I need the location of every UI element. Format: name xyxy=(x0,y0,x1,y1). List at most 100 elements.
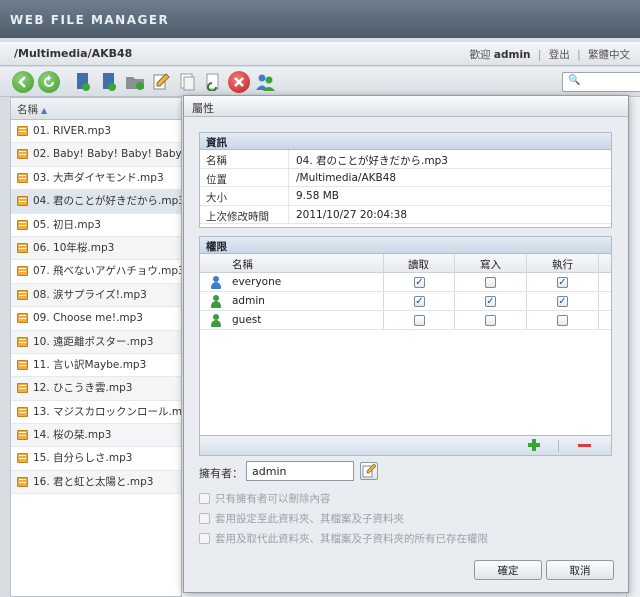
execute-permission-checkbox[interactable]: ✓ xyxy=(557,296,568,307)
file-row[interactable]: 14. 桜の栞.mp3 xyxy=(11,424,181,448)
file-list-panel: 名稱 ▲ 01. RIVER.mp3 02. Baby! Baby! Baby! B… xyxy=(10,97,182,597)
user-icon xyxy=(210,314,222,327)
audio-file-icon xyxy=(17,266,28,277)
file-name: 13. マジスカロックンロール.mp3 xyxy=(33,405,181,418)
back-icon[interactable] xyxy=(12,71,34,93)
upload-icon[interactable] xyxy=(98,71,120,93)
audio-file-icon xyxy=(17,313,28,324)
file-name: 02. Baby! Baby! Baby! Baby!.mp3 xyxy=(33,148,181,161)
write-permission-checkbox[interactable]: ✓ xyxy=(485,296,496,307)
read-permission-checkbox[interactable]: ✓ xyxy=(414,277,425,288)
owner-input[interactable] xyxy=(246,461,354,481)
language-select[interactable]: 繁體中文 xyxy=(588,49,630,61)
audio-file-icon xyxy=(17,289,28,300)
rename-icon[interactable] xyxy=(150,71,172,93)
edit-owner-icon[interactable] xyxy=(360,462,378,480)
file-row[interactable]: 11. 言い訳Maybe.mp3 xyxy=(11,354,181,378)
properties-dialog: 屬性 資訊 名稱 04. 君のことが好きだから.mp3 位置/Multimedia/… xyxy=(183,95,629,593)
file-list-header[interactable]: 名稱 ▲ xyxy=(11,98,181,120)
delete-icon[interactable] xyxy=(228,71,250,93)
perm-col-name: 名稱 xyxy=(232,259,253,271)
file-name: 07. 飛べないアゲハチョウ.mp3 xyxy=(33,265,181,278)
read-permission-checkbox[interactable]: ✓ xyxy=(414,296,425,307)
checkbox[interactable] xyxy=(199,513,210,524)
current-path: /Multimedia/AKB48 xyxy=(14,47,133,60)
option-owner-delete-only[interactable]: 只有擁有者可以刪除內容 xyxy=(199,491,331,506)
info-section-header: 資訊 xyxy=(200,133,611,150)
file-row[interactable]: 07. 飛べないアゲハチョウ.mp3 xyxy=(11,260,181,284)
file-row[interactable]: 13. マジスカロックンロール.mp3 xyxy=(11,401,181,425)
option-replace-existing[interactable]: 套用及取代此資料夾、其檔案及子資料夾的所有已存在權限 xyxy=(199,531,488,546)
write-permission-checkbox[interactable] xyxy=(485,315,496,326)
permission-section-header: 權限 xyxy=(200,237,611,254)
ok-button[interactable]: 確定 xyxy=(474,560,542,580)
file-row[interactable]: 16. 君と虹と太陽と.mp3 xyxy=(11,470,181,495)
audio-file-icon xyxy=(17,242,28,253)
audio-file-icon xyxy=(17,219,28,230)
file-name: 01. RIVER.mp3 xyxy=(33,125,112,137)
remove-permission-icon[interactable] xyxy=(578,444,591,447)
option-apply-subfolders[interactable]: 套用設定至此資料夾、其檔案及子資料夾 xyxy=(199,511,404,526)
new-file-icon[interactable] xyxy=(72,71,94,93)
audio-file-icon xyxy=(17,430,28,441)
file-row[interactable]: 12. ひこうき雲.mp3 xyxy=(11,377,181,401)
move-icon[interactable] xyxy=(202,71,224,93)
share-users-icon[interactable] xyxy=(254,71,276,93)
copy-icon[interactable] xyxy=(176,71,198,93)
info-row: 大小 9.58 MB xyxy=(200,187,611,206)
user-icon xyxy=(210,295,222,308)
permission-row[interactable]: everyone ✓ ✓ xyxy=(200,273,611,292)
name-column-header: 名稱 xyxy=(17,104,38,116)
file-row[interactable]: 06. 10年桜.mp3 xyxy=(11,236,181,261)
new-folder-icon[interactable] xyxy=(124,71,146,93)
logout-link[interactable]: 登出 xyxy=(549,49,570,61)
file-row[interactable]: 15. 自分らしさ.mp3 xyxy=(11,447,181,471)
app-header: WEB FILE MANAGER xyxy=(0,0,640,38)
info-value: 04. 君のことが好きだから.mp3 xyxy=(296,155,448,167)
checkbox[interactable] xyxy=(199,533,210,544)
info-row: 名稱 04. 君のことが好きだから.mp3 xyxy=(200,150,611,169)
write-permission-checkbox[interactable] xyxy=(485,277,496,288)
file-name: 15. 自分らしさ.mp3 xyxy=(33,452,133,465)
search-icon: 🔍 xyxy=(568,75,581,86)
info-value: 9.58 MB xyxy=(296,190,339,202)
permission-row[interactable]: admin ✓ ✓ ✓ xyxy=(200,292,611,311)
permission-user-name: admin xyxy=(232,295,265,307)
info-key: 大小 xyxy=(206,192,227,204)
refresh-icon[interactable] xyxy=(38,71,60,93)
group-icon xyxy=(210,276,222,289)
file-row[interactable]: 08. 涙サプライズ!.mp3 xyxy=(11,283,181,308)
execute-permission-checkbox[interactable]: ✓ xyxy=(557,277,568,288)
file-name: 06. 10年桜.mp3 xyxy=(33,241,115,254)
file-row[interactable]: 02. Baby! Baby! Baby! Baby!.mp3 xyxy=(11,143,181,167)
file-name: 11. 言い訳Maybe.mp3 xyxy=(33,358,147,371)
execute-permission-checkbox[interactable] xyxy=(557,315,568,326)
read-permission-checkbox[interactable] xyxy=(414,315,425,326)
file-row[interactable]: 01. RIVER.mp3 xyxy=(11,120,181,144)
file-row[interactable]: 05. 初日.mp3 xyxy=(11,214,181,237)
permission-user-name: guest xyxy=(232,314,262,326)
file-row[interactable]: 03. 大声ダイヤモンド.mp3 xyxy=(11,167,181,191)
info-key: 名稱 xyxy=(206,155,227,167)
username: admin xyxy=(493,49,531,61)
audio-file-icon xyxy=(17,383,28,394)
audio-file-icon xyxy=(17,172,28,183)
file-row[interactable]: 09. Choose me!.mp3 xyxy=(11,307,181,331)
info-row: 上次修改時間 2011/10/27 20:04:38 xyxy=(200,205,611,224)
user-area: 歡迎 admin | 登出 | 繁體中文 xyxy=(469,49,630,61)
info-value: /Multimedia/AKB48 xyxy=(296,171,397,184)
file-name: 05. 初日.mp3 xyxy=(33,218,101,231)
add-permission-icon[interactable] xyxy=(527,438,541,452)
info-key: 上次修改時間 xyxy=(206,210,269,223)
permission-row[interactable]: guest xyxy=(200,311,611,330)
file-name: 16. 君と虹と太陽と.mp3 xyxy=(33,475,154,488)
checkbox[interactable] xyxy=(199,493,210,504)
file-row[interactable]: 04. 君のことが好きだから.mp3 xyxy=(11,190,181,214)
info-row: 位置/Multimedia/AKB48 xyxy=(200,168,611,187)
permission-toolbar xyxy=(200,435,611,455)
file-name: 04. 君のことが好きだから.mp3 xyxy=(33,195,181,208)
audio-file-icon xyxy=(17,336,28,347)
search-input[interactable]: 🔍 xyxy=(562,72,640,92)
file-row[interactable]: 10. 遠距離ポスター.mp3 xyxy=(11,330,181,354)
cancel-button[interactable]: 取消 xyxy=(546,560,614,580)
